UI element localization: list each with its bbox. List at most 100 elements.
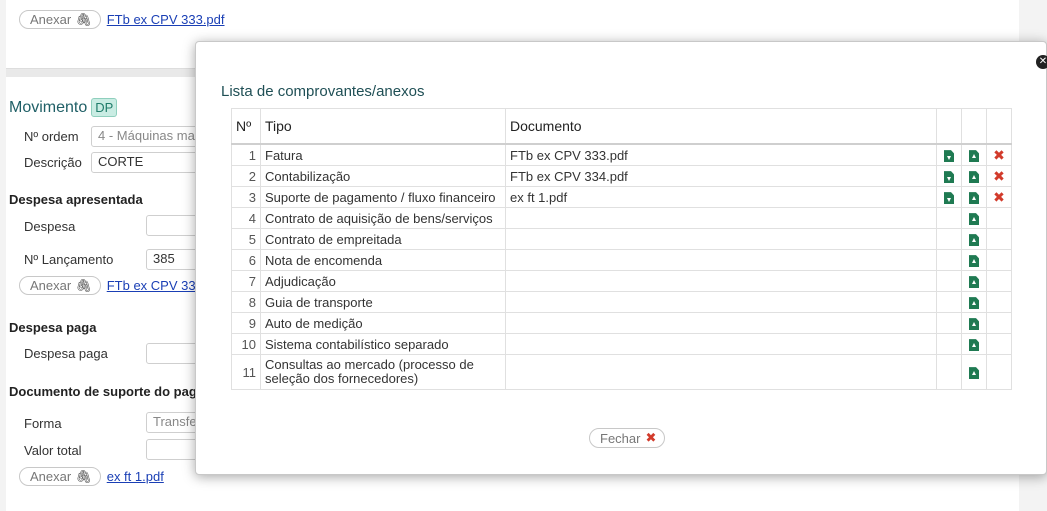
- delete-cell: ✖: [986, 143, 1012, 166]
- upload-cell: [961, 270, 987, 292]
- row-tipo: Auto de medição: [260, 312, 506, 334]
- table-row: 5 Contrato de empreitada: [231, 228, 1012, 250]
- file-download-icon[interactable]: [944, 150, 954, 163]
- row-documento: [505, 249, 937, 271]
- row-tipo: Fatura: [260, 143, 506, 166]
- lancamento-field[interactable]: 385: [146, 249, 201, 270]
- delete-x-icon[interactable]: ✖: [993, 147, 1005, 163]
- row-documento: FTb ex CPV 334.pdf: [505, 165, 937, 187]
- delete-cell: [986, 228, 1012, 250]
- file-upload-icon[interactable]: [969, 213, 979, 226]
- row-tipo: Contabilização: [260, 165, 506, 187]
- despesa-attach-row: Anexar 🖇 FTb ex CPV 334: [19, 276, 203, 295]
- anexar-label: Anexar: [30, 278, 72, 293]
- valor-field[interactable]: [146, 439, 201, 460]
- upload-cell: [961, 228, 987, 250]
- file-upload-icon[interactable]: [969, 318, 979, 331]
- download-cell: [936, 312, 962, 334]
- file-upload-icon[interactable]: [969, 367, 979, 380]
- col-num: Nº: [231, 108, 261, 145]
- valor-label: Valor total: [24, 443, 82, 458]
- documento-suporte-title: Documento de suporte do pag: [9, 384, 197, 399]
- anexar-button[interactable]: Anexar 🖇: [19, 10, 101, 29]
- file-upload-icon[interactable]: [969, 276, 979, 289]
- download-cell: [936, 291, 962, 313]
- download-cell: [936, 333, 962, 355]
- attachment-link[interactable]: FTb ex CPV 334: [107, 278, 203, 293]
- download-cell: [936, 270, 962, 292]
- upload-cell: [961, 354, 987, 390]
- upload-cell: [961, 249, 987, 271]
- file-download-icon[interactable]: [944, 171, 954, 184]
- suporte-attach-row: Anexar 🖇 ex ft 1.pdf: [19, 467, 164, 486]
- delete-cell: [986, 333, 1012, 355]
- download-cell: [936, 228, 962, 250]
- row-tipo: Suporte de pagamento / fluxo financeiro: [260, 186, 506, 208]
- col-download: [936, 108, 962, 145]
- row-tipo: Contrato de aquisição de bens/serviços: [260, 207, 506, 229]
- anexar-label: Anexar: [30, 469, 72, 484]
- table-header-row: Nº Tipo Documento: [231, 108, 1012, 145]
- file-upload-icon[interactable]: [969, 171, 979, 184]
- delete-x-icon[interactable]: ✖: [993, 189, 1005, 205]
- table-row: 11 Consultas ao mercado (processo de sele…: [231, 354, 1012, 390]
- forma-field[interactable]: Transfe: [146, 412, 201, 433]
- row-num: 6: [231, 249, 261, 271]
- upload-cell: [961, 143, 987, 166]
- file-upload-icon[interactable]: [969, 339, 979, 352]
- delete-x-icon[interactable]: ✖: [993, 168, 1005, 184]
- despesa-field[interactable]: [146, 215, 201, 236]
- descricao-field[interactable]: CORTE: [91, 152, 201, 173]
- despesa-paga-title: Despesa paga: [9, 320, 97, 335]
- col-tipo: Tipo: [260, 108, 506, 145]
- file-upload-icon[interactable]: [969, 192, 979, 205]
- download-cell: [936, 249, 962, 271]
- attachment-link[interactable]: FTb ex CPV 333.pdf: [107, 12, 225, 27]
- file-upload-icon[interactable]: [969, 255, 979, 268]
- file-upload-icon[interactable]: [969, 150, 979, 163]
- upload-cell: [961, 186, 987, 208]
- attachments-table: Nº Tipo Documento 1 Fatura FTb ex CPV 333.…: [231, 108, 1012, 390]
- fechar-button[interactable]: Fechar ✖: [589, 428, 666, 448]
- upload-cell: [961, 312, 987, 334]
- row-documento: [505, 228, 937, 250]
- row-num: 10: [231, 333, 261, 355]
- download-cell: [936, 207, 962, 229]
- row-documento: [505, 291, 937, 313]
- attachment-link[interactable]: ex ft 1.pdf: [107, 469, 164, 484]
- despesa-paga-label: Despesa paga: [24, 346, 108, 361]
- col-documento: Documento: [505, 108, 937, 145]
- table-row: 9 Auto de medição: [231, 312, 1012, 334]
- ordem-field[interactable]: 4 - Máquinas ma: [91, 126, 201, 147]
- download-cell: [936, 186, 962, 208]
- col-delete: [986, 108, 1012, 145]
- paperclip-icon: 🖇: [75, 277, 92, 293]
- anexar-button[interactable]: Anexar 🖇: [19, 467, 101, 486]
- row-num: 8: [231, 291, 261, 313]
- anexar-button[interactable]: Anexar 🖇: [19, 276, 101, 295]
- download-cell: [936, 143, 962, 166]
- row-num: 1: [231, 143, 261, 166]
- forma-label: Forma: [24, 416, 62, 431]
- table-row: 6 Nota de encomenda: [231, 249, 1012, 271]
- delete-cell: [986, 291, 1012, 313]
- upload-cell: [961, 165, 987, 187]
- row-tipo: Consultas ao mercado (processo de seleçã…: [260, 354, 506, 390]
- row-tipo: Contrato de empreitada: [260, 228, 506, 250]
- despesa-paga-field[interactable]: [146, 343, 201, 364]
- file-download-icon[interactable]: [944, 192, 954, 205]
- file-upload-icon[interactable]: [969, 234, 979, 247]
- delete-cell: [986, 249, 1012, 271]
- lancamento-label: Nº Lançamento: [24, 252, 114, 267]
- upload-cell: [961, 333, 987, 355]
- modal-title: Lista de comprovantes/anexos: [221, 83, 425, 100]
- descricao-label: Descrição: [24, 155, 82, 170]
- row-num: 5: [231, 228, 261, 250]
- anexar-label: Anexar: [30, 12, 72, 27]
- despesa-label: Despesa: [24, 219, 76, 234]
- row-documento: FTb ex CPV 333.pdf: [505, 143, 937, 166]
- row-num: 11: [231, 354, 261, 390]
- table-row: 3 Suporte de pagamento / fluxo financeiro…: [231, 186, 1012, 208]
- file-upload-icon[interactable]: [969, 297, 979, 310]
- close-circle-icon[interactable]: ✕: [1036, 55, 1047, 69]
